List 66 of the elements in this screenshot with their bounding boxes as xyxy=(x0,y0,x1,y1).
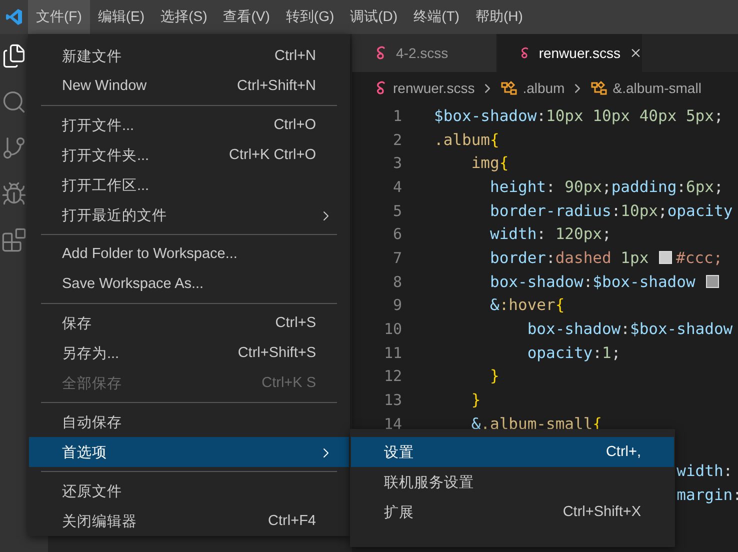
code-line: img{ xyxy=(470,154,509,172)
scss-file-icon xyxy=(519,45,531,61)
menu-item[interactable]: New Window Ctrl+Shift+N xyxy=(29,71,349,101)
code-line: } xyxy=(488,367,500,386)
code-line: box-shadow:$box-shadow xyxy=(526,320,733,338)
breadcrumb-item[interactable]: .album xyxy=(522,80,565,96)
menubar-item[interactable]: 文件(F) xyxy=(28,0,90,34)
menubar-item[interactable]: 编辑(E) xyxy=(90,0,153,34)
menubar-item[interactable]: 转到(G) xyxy=(278,0,342,34)
menu-item[interactable]: 设置 Ctrl+, xyxy=(351,437,674,467)
menu-item[interactable]: 关闭编辑器 Ctrl+F4 xyxy=(29,506,349,536)
menubar-item[interactable]: 终端(T) xyxy=(406,0,468,34)
menu-item[interactable]: 打开文件夹... Ctrl+K Ctrl+O xyxy=(29,140,349,170)
scss-file-icon xyxy=(374,45,388,61)
editor-tab[interactable]: 4-2.scss xyxy=(352,34,497,72)
code-line: &:hover{ xyxy=(488,296,565,314)
menubar-item[interactable]: 帮助(H) xyxy=(467,0,531,34)
editor-tab[interactable]: renwuer.scss xyxy=(497,34,643,72)
code-line: margin: xyxy=(676,486,738,504)
menu-item[interactable]: 打开文件... Ctrl+O xyxy=(29,110,349,140)
blocks-icon[interactable] xyxy=(0,226,28,254)
menubar-item[interactable]: 选择(S) xyxy=(152,0,216,34)
menu-item[interactable]: Save Workspace As... xyxy=(29,269,349,299)
line-number: 14 xyxy=(382,414,403,433)
menu-item[interactable]: Add Folder to Workspace... xyxy=(29,239,349,269)
code-line: border-radius:10px;opacity xyxy=(488,202,733,220)
code-line: box-shadow:$box-shadow xyxy=(434,272,723,291)
line-number: 8 xyxy=(392,272,403,291)
menu-item[interactable]: 打开最近的文件 xyxy=(29,200,349,230)
line-number: 7 xyxy=(392,248,403,267)
code-line: } xyxy=(470,391,481,410)
menu-item[interactable]: 新建文件 Ctrl+N xyxy=(29,41,349,71)
line-number: 13 xyxy=(382,391,403,410)
scss-file-icon xyxy=(374,80,388,96)
menu-item[interactable]: 扩展 Ctrl+Shift+X xyxy=(351,497,674,527)
code-line: height: 90px;padding:6px; xyxy=(488,178,724,196)
breadcrumb-item[interactable]: renwuer.scss xyxy=(393,80,475,96)
line-number: 5 xyxy=(392,202,403,220)
menu-item[interactable]: 自动保存 xyxy=(29,407,349,437)
menu-item[interactable]: 另存为... Ctrl+Shift+S xyxy=(29,338,349,368)
code-line: opacity:1; xyxy=(526,344,621,362)
menu-item[interactable]: 保存 Ctrl+S xyxy=(29,308,349,338)
menu-item[interactable]: 首选项 xyxy=(29,437,349,467)
code-line: $box-shadow:10px 10px 40px 5px; xyxy=(434,106,724,125)
line-number: 11 xyxy=(382,344,403,362)
line-number: 1 xyxy=(392,106,403,125)
symbol-class-icon xyxy=(590,80,608,96)
code-line: border:dashed 1px #ccc; xyxy=(488,248,723,267)
app-logo-icon[interactable] xyxy=(6,8,22,26)
code-line: .album{ xyxy=(434,130,500,149)
menubar-item[interactable]: 调试(D) xyxy=(342,0,406,34)
line-number: 2 xyxy=(392,130,403,149)
menu-item[interactable]: 打开工作区... xyxy=(29,170,349,200)
code-line: width: xyxy=(676,462,733,480)
menubar-item[interactable]: 查看(V) xyxy=(215,0,278,34)
line-number: 4 xyxy=(392,178,403,196)
menu-item[interactable]: 还原文件 xyxy=(29,476,349,506)
line-number: 9 xyxy=(392,296,403,314)
line-number: 3 xyxy=(392,154,403,172)
line-number: 6 xyxy=(392,225,403,244)
line-number: 12 xyxy=(382,367,403,386)
symbol-class-icon xyxy=(500,80,518,96)
line-number: 10 xyxy=(382,320,403,338)
code-line: width: 120px; xyxy=(488,225,612,244)
breadcrumb-item[interactable]: &.album-small xyxy=(612,80,702,96)
menu-item[interactable]: 联机服务设置 xyxy=(351,467,674,497)
